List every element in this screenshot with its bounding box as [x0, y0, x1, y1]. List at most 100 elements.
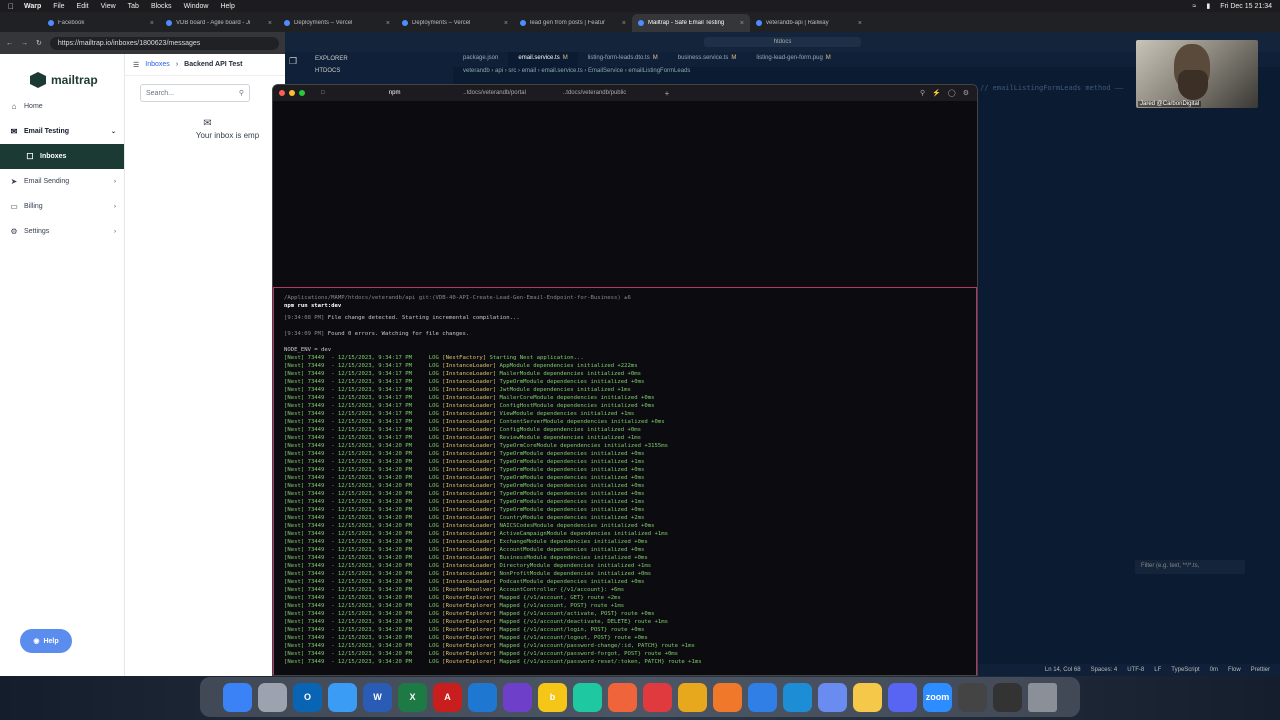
- mailtrap-logo[interactable]: mailtrap: [0, 54, 124, 94]
- browser-tab-3[interactable]: Deployments – Vercel ×: [396, 14, 514, 32]
- editor-tab-4[interactable]: listing-lead-gen-form.pug M: [746, 52, 840, 67]
- status-item[interactable]: TypeScript: [1171, 667, 1199, 673]
- new-tab-icon[interactable]: +: [665, 89, 670, 98]
- help-button[interactable]: ◉ Help: [20, 629, 72, 653]
- github-icon[interactable]: [503, 682, 532, 712]
- breadcrumb-inboxes[interactable]: Inboxes: [145, 61, 170, 68]
- filter-input[interactable]: Filter (e.g. text, **/*.ts,: [1135, 560, 1245, 574]
- log-line: [Nest] 73449 - 12/15/2023, 9:34:20 PM LO…: [284, 611, 655, 617]
- log-message: TypeOrmModule dependencies initialized +…: [496, 467, 645, 473]
- search-icon[interactable]: ⚲: [920, 89, 925, 97]
- menu-file[interactable]: File: [53, 3, 64, 10]
- chevron-right-icon: ›: [114, 178, 116, 185]
- battery-icon[interactable]: ▮: [1206, 2, 1210, 10]
- warp-icon[interactable]: [573, 682, 602, 712]
- menu-help[interactable]: Help: [220, 3, 234, 10]
- editor-tab-0[interactable]: package.json: [453, 52, 508, 67]
- url-field[interactable]: https://mailtrap.io/inboxes/1800623/mess…: [49, 36, 279, 50]
- browser-tab-1[interactable]: VDB board - Agile board - Ji ×: [160, 14, 278, 32]
- status-item[interactable]: LF: [1154, 667, 1161, 673]
- menu-icon[interactable]: ☰: [133, 61, 139, 69]
- lightning-icon[interactable]: ⚡: [932, 89, 941, 97]
- close-tab-icon[interactable]: ×: [150, 20, 154, 27]
- wifi-icon[interactable]: ≈: [1193, 3, 1197, 10]
- maximize-icon[interactable]: [299, 90, 305, 96]
- status-item[interactable]: Ln 14, Col 68: [1045, 667, 1081, 673]
- sidebar-item-inboxes[interactable]: ☐ Inboxes: [0, 144, 124, 169]
- sidebar-toggle-icon[interactable]: □: [321, 90, 325, 96]
- editor-icon[interactable]: [608, 682, 637, 712]
- log-message: CountryModule dependencies initialized +…: [496, 515, 645, 521]
- close-icon[interactable]: [279, 90, 285, 96]
- forward-icon[interactable]: →: [21, 40, 28, 47]
- terminal-tab-2[interactable]: ..tdocs/veterandb/public: [545, 90, 645, 96]
- finder-icon[interactable]: [223, 682, 252, 712]
- status-item[interactable]: UTF-8: [1127, 667, 1144, 673]
- terminal-tab-0[interactable]: npm: [345, 90, 445, 96]
- chrome-icon[interactable]: [678, 682, 707, 712]
- sidebar-item-billing[interactable]: ▭ Billing ›: [0, 194, 124, 219]
- back-icon[interactable]: ←: [6, 40, 13, 47]
- close-tab-icon[interactable]: ×: [622, 20, 626, 27]
- close-tab-icon[interactable]: ×: [858, 20, 862, 27]
- screenshot-icon[interactable]: [993, 682, 1022, 712]
- menu-app[interactable]: Warp: [24, 3, 41, 10]
- gear-icon[interactable]: ⚙: [963, 89, 969, 97]
- menu-tab[interactable]: Tab: [128, 3, 139, 10]
- acrobat-icon[interactable]: A: [433, 682, 462, 712]
- edge-icon[interactable]: [783, 682, 812, 712]
- log-line: [Nest] 73449 - 12/15/2023, 9:34:20 PM LO…: [284, 571, 652, 577]
- excel-icon[interactable]: X: [398, 682, 427, 712]
- mail-icon[interactable]: [328, 682, 357, 712]
- reload-icon[interactable]: ↻: [36, 39, 42, 47]
- editor-tab-2[interactable]: listing-form-leads.dto.ts M: [578, 52, 668, 67]
- firefox-icon[interactable]: [713, 682, 742, 712]
- zoom-icon[interactable]: zoom: [923, 682, 952, 712]
- close-tab-icon[interactable]: ×: [740, 20, 744, 27]
- files-icon[interactable]: ❐: [285, 52, 303, 71]
- browser-tab-2[interactable]: Deployments – Vercel ×: [278, 14, 396, 32]
- bitwarden-icon[interactable]: b: [538, 682, 567, 712]
- bulb-icon[interactable]: ◯: [948, 89, 956, 97]
- vscode-icon[interactable]: [468, 682, 497, 712]
- browser-tab-0[interactable]: Facebook ×: [42, 14, 160, 32]
- search-input[interactable]: Search... ⚲: [140, 84, 250, 102]
- editor-tab-3[interactable]: business.service.ts M: [668, 52, 747, 67]
- sidebar-item-email-sending[interactable]: ➤ Email Sending ›: [0, 169, 124, 194]
- safari-icon[interactable]: [748, 682, 777, 712]
- explorer-folder[interactable]: HTDOCS: [315, 68, 441, 74]
- terminal-tab-1[interactable]: ..tdocs/veterandb/portal: [445, 90, 545, 96]
- browser-tab-5[interactable]: Mailtrap - Safe Email Testing ×: [632, 14, 750, 32]
- menu-view[interactable]: View: [101, 3, 116, 10]
- menu-edit[interactable]: Edit: [77, 3, 89, 10]
- trash-icon[interactable]: [1028, 682, 1057, 712]
- editor-tab-1[interactable]: email.service.ts M: [508, 52, 578, 67]
- launchpad-icon[interactable]: [258, 682, 287, 712]
- sidebar-item-settings[interactable]: ⚙ Settings ›: [0, 219, 124, 244]
- command-center-search[interactable]: htdocs: [703, 37, 862, 47]
- lucid-icon[interactable]: [643, 682, 672, 712]
- sidebar-item-email-testing[interactable]: ✉ Email Testing ⌄: [0, 119, 124, 144]
- close-tab-icon[interactable]: ×: [504, 20, 508, 27]
- menu-window[interactable]: Window: [184, 3, 209, 10]
- minimize-icon[interactable]: [289, 90, 295, 96]
- notes-icon[interactable]: [853, 682, 882, 712]
- menubar-datetime[interactable]: Fri Dec 15 21:34: [1220, 3, 1272, 10]
- close-tab-icon[interactable]: ×: [268, 20, 272, 27]
- status-item[interactable]: Flow: [1228, 667, 1241, 673]
- browser-tab-6[interactable]: veterandb-api | Railway ×: [750, 14, 868, 32]
- status-item[interactable]: Spaces: 4: [1091, 667, 1118, 673]
- status-item[interactable]: 0m: [1210, 667, 1218, 673]
- terminal-output-block[interactable]: /Applications/MAMP/htdocs/veterandb/api …: [273, 287, 977, 675]
- facetime-icon[interactable]: [818, 682, 847, 712]
- word-icon[interactable]: W: [363, 682, 392, 712]
- sidebar-item-home[interactable]: ⌂ Home: [0, 94, 124, 119]
- outlook-icon[interactable]: O: [293, 682, 322, 712]
- apple-icon[interactable]: : [8, 2, 14, 11]
- browser-tab-4[interactable]: lead gen from posts | Featur ×: [514, 14, 632, 32]
- status-item[interactable]: Prettier: [1251, 667, 1270, 673]
- menu-blocks[interactable]: Blocks: [151, 3, 172, 10]
- close-tab-icon[interactable]: ×: [386, 20, 390, 27]
- discord-icon[interactable]: [888, 682, 917, 712]
- chatgpt-icon[interactable]: [958, 682, 987, 712]
